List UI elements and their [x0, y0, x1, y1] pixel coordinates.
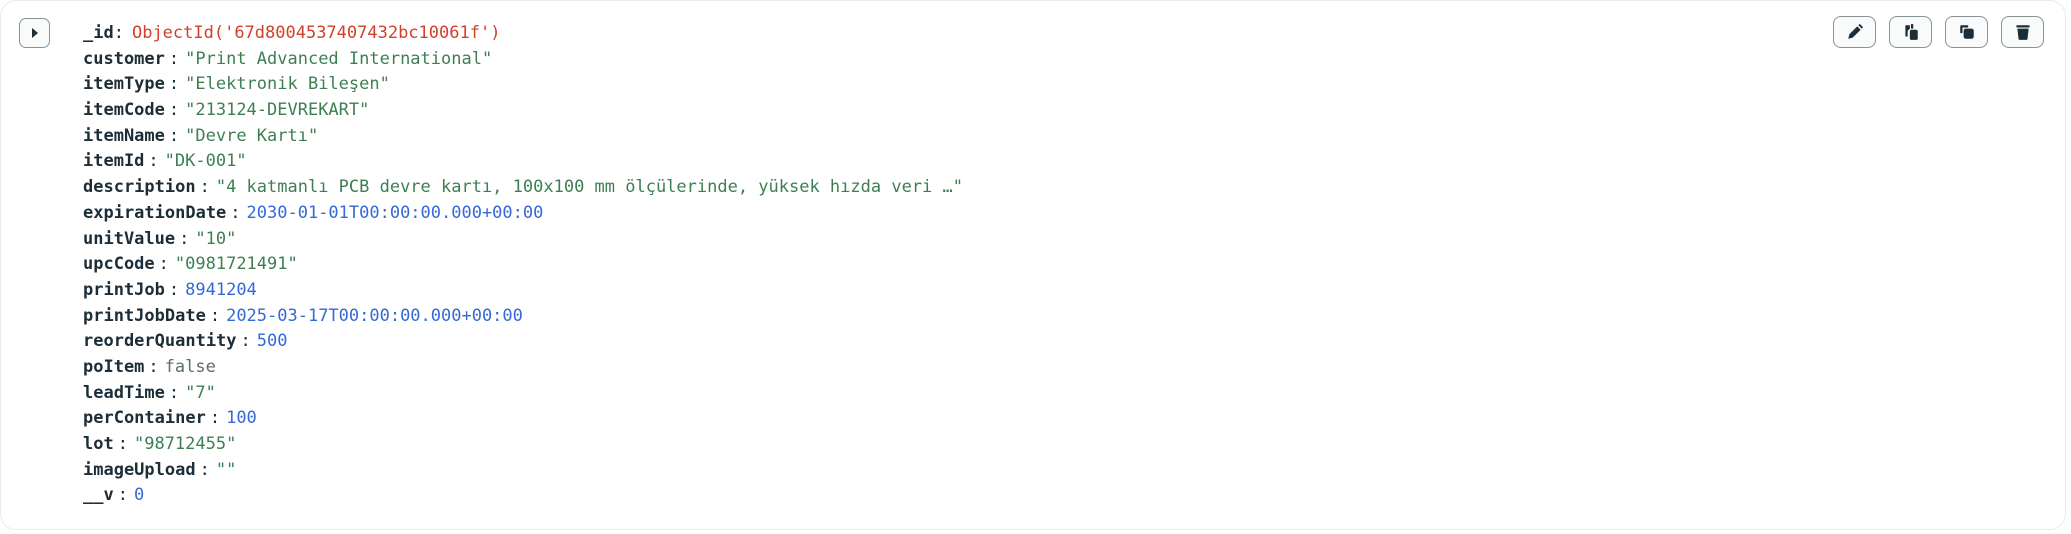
field-value: "DK-001"	[164, 151, 247, 172]
field-row-itemCode[interactable]: itemCode: "213124-DEVREKART"	[83, 98, 963, 124]
field-key: itemName	[83, 125, 165, 146]
field-value: 2030-01-01T00:00:00.000+00:00	[246, 202, 544, 223]
field-row-perContainer[interactable]: perContainer:100	[83, 406, 963, 432]
field-row-printJobDate[interactable]: printJobDate:2025-03-17T00:00:00.000+00:…	[83, 304, 963, 330]
field-separator: :	[117, 434, 128, 454]
copy-document-button[interactable]	[1889, 16, 1932, 48]
field-row-itemId[interactable]: itemId: "DK-001"	[83, 149, 963, 175]
field-value: "213124-DEVREKART"	[185, 100, 370, 121]
field-key: reorderQuantity	[83, 331, 237, 352]
field-separator: :	[158, 254, 169, 275]
field-separator: :	[199, 459, 210, 480]
expand-document-button[interactable]	[19, 18, 50, 48]
field-value: 100	[226, 408, 257, 429]
field-separator: :	[240, 331, 251, 352]
field-value: 0	[133, 485, 145, 506]
field-value: "Elektronik Bileşen"	[185, 74, 390, 95]
field-separator: :	[168, 48, 180, 69]
field-separator: :	[117, 485, 128, 506]
document-card: _id: ObjectId('67d8004537407432bc10061f')…	[0, 0, 2066, 530]
field-key: perContainer	[83, 408, 206, 429]
field-key: itemId	[83, 151, 145, 172]
field-row-imageUpload[interactable]: imageUpload: ""	[83, 458, 963, 484]
field-value: "Print Advanced International"	[185, 48, 493, 69]
caret-right-icon	[31, 28, 38, 38]
field-key: printJobDate	[83, 305, 206, 326]
field-row-itemName[interactable]: itemName: "Devre Kartı"	[83, 124, 963, 150]
clone-icon	[1959, 25, 1974, 39]
field-value: "98712455"	[133, 434, 237, 454]
field-row-reorderQuantity[interactable]: reorderQuantity:500	[83, 329, 963, 355]
field-separator: :	[179, 228, 190, 249]
field-value: "Devre Kartı"	[185, 125, 319, 146]
field-separator: :	[113, 23, 124, 43]
document-actions	[1833, 16, 2044, 48]
clone-document-button[interactable]	[1945, 16, 1988, 48]
field-separator: :	[168, 125, 180, 146]
field-key: __v	[83, 485, 114, 506]
field-key: itemCode	[83, 100, 165, 121]
field-value: 2025-03-17T00:00:00.000+00:00	[226, 305, 523, 326]
field-row-description[interactable]: description: "4 katmanlı PCB devre kartı,…	[83, 175, 963, 201]
field-row-lot[interactable]: lot: "98712455"	[83, 432, 963, 458]
copy-icon	[1904, 24, 1918, 40]
field-key: expirationDate	[83, 202, 227, 223]
field-value: "4 katmanlı PCB devre kartı, 100x100 mm …	[215, 177, 963, 198]
field-key: poItem	[83, 356, 145, 377]
field-row-_id[interactable]: _id: ObjectId('67d8004537407432bc10061f')	[83, 21, 963, 47]
field-separator: :	[168, 100, 180, 121]
field-value: "0981721491"	[174, 254, 298, 275]
field-key: itemType	[83, 74, 165, 95]
field-value: "10"	[195, 228, 237, 249]
field-row-leadTime[interactable]: leadTime: "7"	[83, 381, 963, 407]
delete-document-button[interactable]	[2001, 16, 2044, 48]
field-key: _id	[83, 23, 114, 43]
trash-icon	[2015, 25, 2030, 40]
field-value: ""	[215, 459, 237, 480]
field-separator: :	[148, 356, 159, 377]
document-fields: _id: ObjectId('67d8004537407432bc10061f')…	[83, 21, 963, 509]
field-separator: :	[199, 177, 210, 198]
field-separator: :	[168, 279, 180, 300]
field-separator: :	[209, 305, 221, 326]
field-key: unitValue	[83, 228, 176, 249]
field-row-customer[interactable]: customer: "Print Advanced International"	[83, 47, 963, 73]
field-row-poItem[interactable]: poItem: false	[83, 355, 963, 381]
field-separator: :	[168, 382, 180, 403]
field-separator: :	[230, 202, 241, 223]
field-key: description	[83, 177, 196, 198]
field-row-itemType[interactable]: itemType: "Elektronik Bileşen"	[83, 72, 963, 98]
field-value: "7"	[185, 382, 216, 403]
field-value: 500	[256, 331, 288, 352]
field-key: leadTime	[83, 382, 165, 403]
field-key: lot	[83, 434, 114, 454]
field-key: imageUpload	[83, 459, 196, 480]
field-row-upcCode[interactable]: upcCode: "0981721491"	[83, 252, 963, 278]
field-row-unitValue[interactable]: unitValue: "10"	[83, 227, 963, 253]
field-key: upcCode	[83, 254, 155, 275]
field-separator: :	[209, 408, 221, 429]
pencil-icon	[1847, 23, 1863, 39]
field-separator: :	[168, 74, 180, 95]
edit-document-button[interactable]	[1833, 16, 1876, 48]
field-value: ObjectId('67d8004537407432bc10061f')	[131, 23, 501, 43]
field-row-expirationDate[interactable]: expirationDate:2030-01-01T00:00:00.000+0…	[83, 201, 963, 227]
field-value: false	[164, 356, 216, 377]
field-key: printJob	[83, 279, 165, 300]
field-value: 8941204	[185, 279, 257, 300]
field-separator: :	[148, 151, 159, 172]
field-row-__v[interactable]: __v:0	[83, 483, 963, 509]
field-row-printJob[interactable]: printJob:8941204	[83, 278, 963, 304]
field-key: customer	[83, 48, 165, 69]
